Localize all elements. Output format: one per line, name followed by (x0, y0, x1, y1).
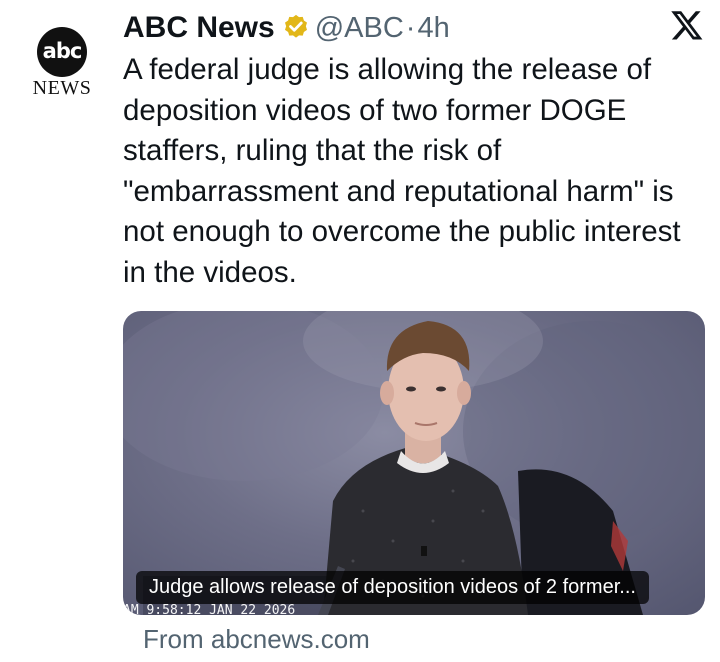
abc-logo-text: abc (42, 38, 83, 63)
video-preview[interactable]: Judge allows release of deposition video… (123, 311, 705, 615)
author-handle[interactable]: @ABC (315, 12, 404, 45)
link-source[interactable]: From abcnews.com (143, 624, 370, 655)
abc-news-avatar[interactable]: abc NEWS (31, 27, 93, 99)
x-logo-icon[interactable] (670, 8, 704, 42)
video-timestamp-overlay: AM 9:58:12 JAN 22 2026 (123, 603, 296, 615)
video-caption: Judge allows release of deposition video… (136, 571, 649, 604)
abc-logo-subtext: NEWS (32, 77, 92, 99)
post-time[interactable]: 4h (417, 12, 449, 45)
separator-dot: · (405, 11, 416, 44)
tweet-header: ABC News @ABC · 4h (123, 8, 450, 48)
tweet-text: A federal judge is allowing the release … (123, 53, 681, 289)
author-name[interactable]: ABC News (123, 11, 275, 45)
abc-logo-disc: abc (37, 27, 87, 77)
video-thumbnail-image (123, 311, 705, 615)
gold-verified-icon (284, 14, 307, 38)
